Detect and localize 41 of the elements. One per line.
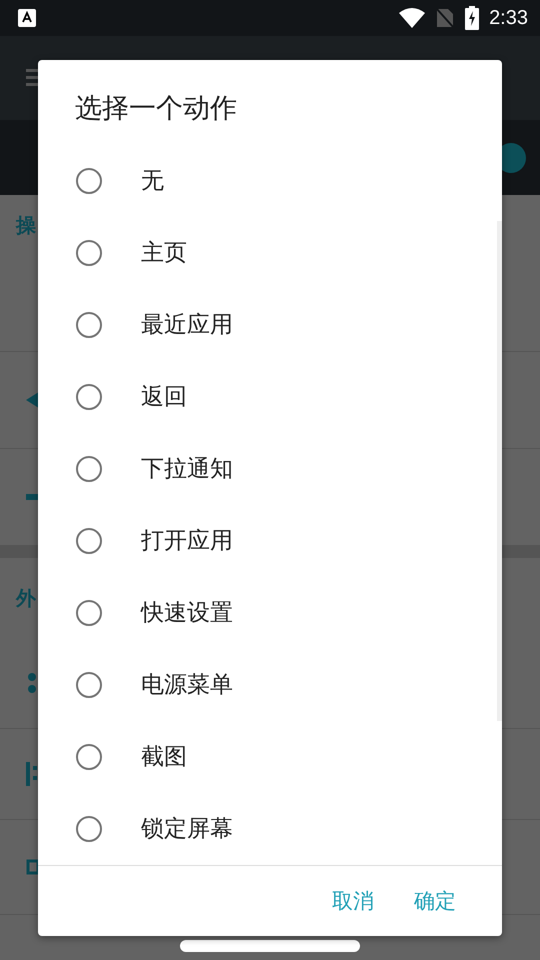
radio-button[interactable] — [76, 240, 102, 266]
no-sim-icon — [435, 7, 456, 29]
battery-charging-icon — [465, 6, 480, 30]
option-label: 锁定屏幕 — [141, 815, 233, 844]
radio-button[interactable] — [76, 600, 102, 626]
radio-button[interactable] — [76, 528, 102, 554]
option-label: 主页 — [141, 239, 187, 268]
option-item[interactable]: 无 — [38, 144, 502, 217]
dots-icon — [26, 672, 38, 694]
radio-button[interactable] — [76, 168, 102, 194]
app-notification-icon — [18, 9, 36, 27]
radio-button[interactable] — [76, 312, 102, 338]
square-icon — [26, 859, 40, 875]
radio-button[interactable] — [76, 672, 102, 698]
radio-button[interactable] — [76, 456, 102, 482]
option-label: 快速设置 — [141, 599, 233, 628]
option-label: 返回 — [141, 383, 187, 412]
option-label: 打开应用 — [141, 527, 233, 556]
option-item[interactable]: 截图 — [38, 720, 502, 793]
option-item[interactable]: 下拉通知 — [38, 432, 502, 505]
option-item[interactable]: 主页 — [38, 216, 502, 289]
grid-icon — [26, 762, 38, 786]
radio-button[interactable] — [76, 744, 102, 770]
section-title: 操 — [16, 212, 36, 238]
section-title: 外 — [16, 584, 36, 612]
clock-time: 2:33 — [489, 6, 528, 30]
option-item[interactable]: 快速设置 — [38, 576, 502, 649]
option-label: 截图 — [141, 743, 187, 772]
option-item[interactable]: 电源菜单 — [38, 648, 502, 721]
dialog-title: 选择一个动作 — [74, 92, 238, 126]
option-label: 无 — [141, 167, 164, 196]
option-item[interactable]: 最近应用 — [38, 288, 502, 361]
option-label: 电源菜单 — [141, 671, 233, 700]
option-item[interactable]: 打开应用 — [38, 504, 502, 577]
option-label: 最近应用 — [141, 311, 233, 340]
wifi-icon — [399, 8, 426, 28]
option-item[interactable]: 返回 — [38, 360, 502, 433]
radio-button[interactable] — [76, 384, 102, 410]
option-item[interactable]: 锁定屏幕 — [38, 792, 502, 865]
radio-button[interactable] — [76, 816, 102, 842]
option-label: 下拉通知 — [141, 455, 233, 484]
